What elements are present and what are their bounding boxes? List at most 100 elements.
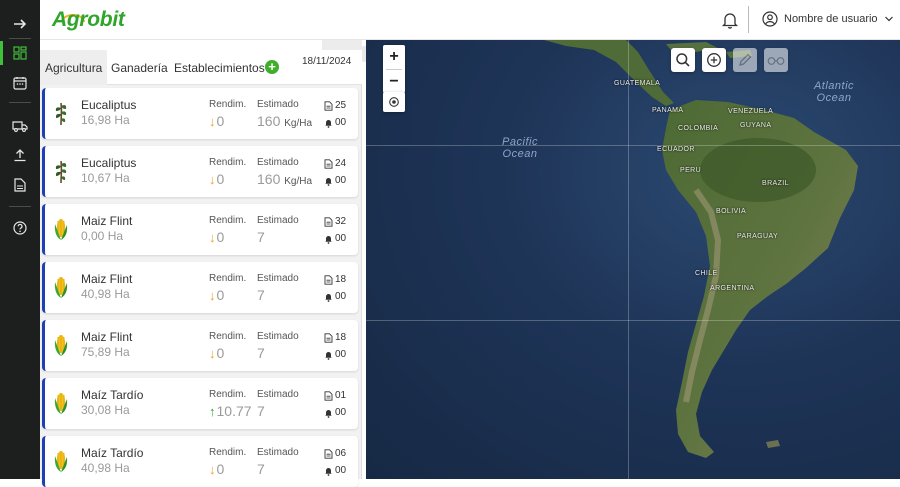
user-name: Nombre de usuario: [784, 13, 878, 25]
sidebar-divider: [9, 102, 31, 103]
estimate-number: 7: [257, 229, 265, 245]
crop-name: Maíz Tardío: [81, 388, 144, 402]
trend-up-arrow-icon: ↑: [209, 403, 216, 419]
alerts-count[interactable]: 00: [324, 407, 346, 418]
sidebar-divider: [9, 206, 31, 207]
alerts-count[interactable]: 00: [324, 465, 346, 476]
alerts-count[interactable]: 00: [324, 175, 346, 186]
help-icon[interactable]: [0, 215, 40, 241]
fields-panel: Agricultura Ganadería Establecimientos +…: [40, 40, 362, 487]
trend-down-arrow-icon: ↓: [209, 113, 216, 129]
documents-count[interactable]: 01: [324, 390, 346, 401]
truck-icon[interactable]: [0, 113, 40, 139]
yield-label: Rendim.: [209, 331, 247, 342]
crop-card[interactable]: Maiz Flint 40,98 Ha Rendim. Estimado ↓ 0 7 18 0…: [42, 262, 358, 313]
document-icon: [324, 332, 333, 343]
user-menu[interactable]: Nombre de usuario: [762, 11, 894, 27]
yield-label: Rendim.: [209, 447, 247, 458]
documents-count[interactable]: 32: [324, 216, 346, 227]
bell-icon: [325, 119, 332, 128]
alerts-count[interactable]: 00: [324, 117, 346, 128]
notifications-bell-icon[interactable]: [720, 10, 740, 30]
yield-label: Rendim.: [209, 273, 247, 284]
crop-card[interactable]: Maiz Flint 75,89 Ha Rendim. Estimado ↓ 0 7 18 0…: [42, 320, 358, 371]
calendar-icon[interactable]: [0, 70, 40, 96]
top-header: Agrobit Nombre de usuario: [40, 0, 900, 40]
tab-agricultura[interactable]: Agricultura: [40, 50, 108, 85]
estimate-unit: Kg/Ha: [284, 118, 313, 129]
locate-button[interactable]: [383, 92, 405, 112]
sidebar-divider: [9, 38, 31, 39]
corn-icon: [53, 332, 69, 358]
estimate-number: 7: [257, 287, 265, 303]
country-label: PANAMA: [652, 107, 684, 114]
documents-count[interactable]: 24: [324, 158, 346, 169]
country-label: CHILE: [695, 270, 718, 277]
crop-name: Maiz Flint: [81, 330, 133, 344]
crop-area: 75,89 Ha: [81, 345, 130, 359]
zoom-in-button[interactable]: +: [383, 45, 405, 69]
map-draw-button[interactable]: [733, 48, 757, 72]
map-grid-line: [366, 320, 900, 321]
crop-card[interactable]: Eucaliptus 16,98 Ha Rendim. Estimado ↓ 0 160 K…: [42, 88, 358, 139]
documents-count[interactable]: 18: [324, 332, 346, 343]
zoom-out-button[interactable]: −: [383, 70, 405, 94]
estimate-number: 7: [257, 345, 265, 361]
panel-top-strip: [40, 40, 362, 50]
tab-ganaderia[interactable]: Ganadería: [106, 50, 173, 85]
yield-value: ↓ 0: [209, 287, 224, 303]
yield-label: Rendim.: [209, 389, 247, 400]
south-america-landmass: [544, 40, 858, 458]
corn-icon: [53, 448, 69, 474]
crop-card[interactable]: Maíz Tardío 40,98 Ha Rendim. Estimado ↓ 0 7 06…: [42, 436, 358, 487]
country-label: PARAGUAY: [737, 233, 779, 240]
documents-count[interactable]: 25: [324, 100, 346, 111]
sidebar: [0, 0, 40, 479]
ocean-label: Atlantic Ocean: [813, 80, 855, 104]
brand-logo: Agrobit: [52, 8, 125, 31]
dashboard-icon[interactable]: [0, 40, 40, 66]
crop-area: 30,08 Ha: [81, 403, 130, 417]
user-avatar-icon: [762, 11, 778, 27]
alerts-count[interactable]: 00: [324, 291, 346, 302]
document-icon: [324, 390, 333, 401]
expand-arrow-icon[interactable]: [0, 11, 40, 37]
yield-number: 0: [216, 287, 225, 303]
map-view-button[interactable]: [764, 48, 788, 72]
map-grid-line: [628, 40, 629, 479]
upload-icon[interactable]: [0, 142, 40, 168]
locate-target-icon: [389, 97, 399, 107]
crop-area: 0,00 Ha: [81, 229, 124, 243]
bell-icon: [325, 409, 332, 418]
corn-icon: [53, 390, 69, 416]
map-add-button[interactable]: [702, 48, 726, 72]
crop-card[interactable]: Maíz Tardío 30,08 Ha Rendim. Estimado ↑ 10.77…: [42, 378, 358, 429]
crop-name: Eucaliptus: [81, 98, 137, 112]
crop-card[interactable]: Eucaliptus 10,67 Ha Rendim. Estimado ↓ 0 160 K…: [42, 146, 358, 197]
current-date: 18/11/2024: [302, 56, 352, 67]
trend-down-arrow-icon: ↓: [209, 461, 216, 477]
crop-card[interactable]: Maiz Flint 0,00 Ha Rendim. Estimado ↓ 0 7 32 00: [42, 204, 358, 255]
documents-count[interactable]: 18: [324, 274, 346, 285]
estimate-value: 7: [257, 229, 265, 245]
add-establishment-button[interactable]: +: [265, 60, 279, 74]
tab-establecimientos[interactable]: Establecimientos: [169, 50, 270, 85]
crop-area: 10,67 Ha: [81, 171, 130, 185]
add-circle-icon: [707, 53, 721, 67]
yield-number: 0: [216, 229, 225, 245]
alerts-count[interactable]: 00: [324, 233, 346, 244]
satellite-map[interactable]: Pacific Ocean Atlantic Ocean GUATEMALA P…: [366, 40, 900, 479]
estimate-value: 160 Kg/Ha: [257, 171, 312, 187]
map-search-button[interactable]: [671, 48, 695, 72]
alerts-count[interactable]: 00: [324, 349, 346, 360]
yield-number: 10.77: [216, 403, 252, 419]
yield-label: Rendim.: [209, 157, 247, 168]
estimate-number: 160: [257, 113, 281, 129]
tabs-bar: Agricultura Ganadería Establecimientos +…: [40, 50, 362, 85]
trend-down-arrow-icon: ↓: [209, 229, 216, 245]
ocean-label: Pacific Ocean: [502, 136, 538, 160]
documents-count[interactable]: 06: [324, 448, 346, 459]
estimate-value: 7: [257, 287, 265, 303]
document-icon[interactable]: [0, 172, 40, 198]
crop-area: 40,98 Ha: [81, 461, 130, 475]
